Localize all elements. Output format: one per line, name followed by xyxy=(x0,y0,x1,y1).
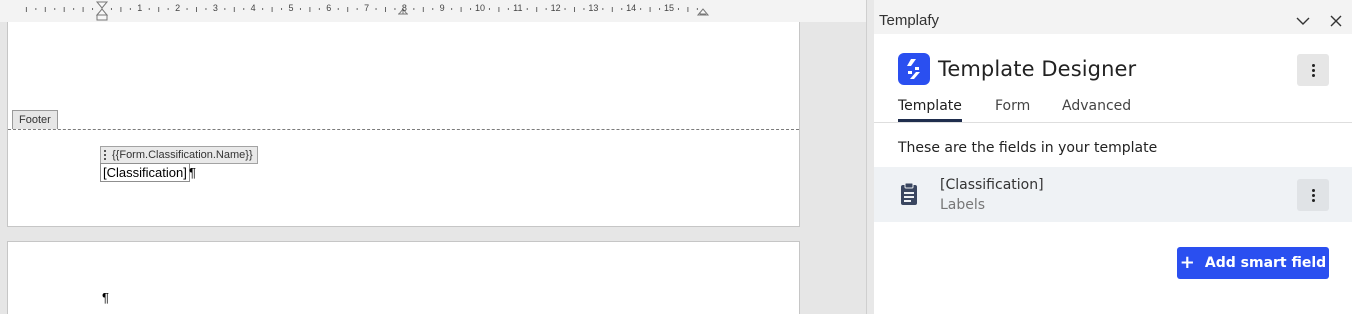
pane-splitter[interactable] xyxy=(866,0,874,314)
clipboard-icon xyxy=(901,182,917,205)
plus-icon: + xyxy=(1179,252,1195,273)
footer-label[interactable]: Footer xyxy=(12,110,58,129)
ruler-number: 9 xyxy=(439,3,445,13)
ruler-number: 11 xyxy=(513,3,523,13)
ruler-number: 14 xyxy=(626,3,637,13)
template-designer-panel: Template Designer Template Form Advanced… xyxy=(874,34,1352,314)
tab-template[interactable]: Template xyxy=(898,98,962,114)
pane-title-bar: Templafy xyxy=(874,0,1352,34)
classification-content-control[interactable]: [Classification] xyxy=(100,163,190,182)
pane-title: Templafy xyxy=(879,12,940,29)
pane-options-button[interactable] xyxy=(1294,12,1312,30)
app-title: Template Designer xyxy=(938,57,1137,81)
content-control-tag[interactable]: {{Form.Classification.Name}} xyxy=(100,146,258,164)
document-area[interactable]: 1 2 3 4 5 6 7 8 9 10 11 12 13 14 15 Footer {{Form.Clas… xyxy=(0,0,866,314)
ruler-number: 2 xyxy=(175,3,181,13)
content-control-tag-text: {{Form.Classification.Name}} xyxy=(112,149,253,161)
ruler-number: 15 xyxy=(663,3,675,13)
ruler-number: 6 xyxy=(326,3,332,13)
ruler-number: 12 xyxy=(550,3,561,13)
ruler-number: 8 xyxy=(401,3,407,13)
document-page-2[interactable]: ¶ xyxy=(7,241,800,314)
templafy-task-pane: Templafy Template Designer Template Form… xyxy=(874,0,1352,314)
ruler-ticks xyxy=(25,1,710,21)
more-vertical-icon xyxy=(1311,63,1315,77)
app-window: 1 2 3 4 5 6 7 8 9 10 11 12 13 14 15 Footer {{Form.Clas… xyxy=(0,0,1352,314)
add-smart-field-button[interactable]: + Add smart field xyxy=(1177,247,1329,279)
left-indent-marker xyxy=(96,14,108,21)
chevron-down-icon xyxy=(1296,17,1310,25)
more-options-button[interactable] xyxy=(1297,54,1329,86)
ruler-number: 1 xyxy=(137,3,143,13)
add-smart-field-label: Add smart field xyxy=(1204,255,1327,271)
ruler-number: 13 xyxy=(588,3,599,13)
ruler-number: 4 xyxy=(250,3,256,13)
drag-handle-icon[interactable] xyxy=(104,150,107,160)
field-name: [Classification] xyxy=(940,177,1044,193)
section-heading: These are the fields in your template xyxy=(898,140,1158,156)
ruler-number: 3 xyxy=(212,3,218,13)
tab-advanced[interactable]: Advanced xyxy=(1062,98,1131,114)
hanging-indent-marker xyxy=(95,8,109,16)
tab-divider xyxy=(874,122,1352,123)
field-list-item[interactable]: [Classification] Labels xyxy=(874,167,1352,222)
templafy-logo-icon xyxy=(898,53,930,85)
paragraph-mark: ¶ xyxy=(189,165,196,180)
first-line-indent-marker xyxy=(95,1,109,9)
horizontal-ruler[interactable]: 1 2 3 4 5 6 7 8 9 10 11 12 13 14 15 xyxy=(0,0,866,22)
ruler-number: 10 xyxy=(474,3,486,13)
ruler-number: 5 xyxy=(288,3,294,13)
document-page[interactable]: Footer {{Form.Classification.Name}} [Cla… xyxy=(7,22,800,227)
pane-close-button[interactable] xyxy=(1327,12,1345,30)
field-type: Labels xyxy=(940,197,986,213)
field-options-button[interactable] xyxy=(1297,179,1329,211)
tab-form[interactable]: Form xyxy=(995,98,1030,114)
paragraph-mark: ¶ xyxy=(102,290,109,305)
more-vertical-icon xyxy=(1311,188,1315,202)
footer-boundary xyxy=(8,129,799,130)
close-icon xyxy=(1330,15,1342,27)
ruler-number: 7 xyxy=(364,3,370,13)
